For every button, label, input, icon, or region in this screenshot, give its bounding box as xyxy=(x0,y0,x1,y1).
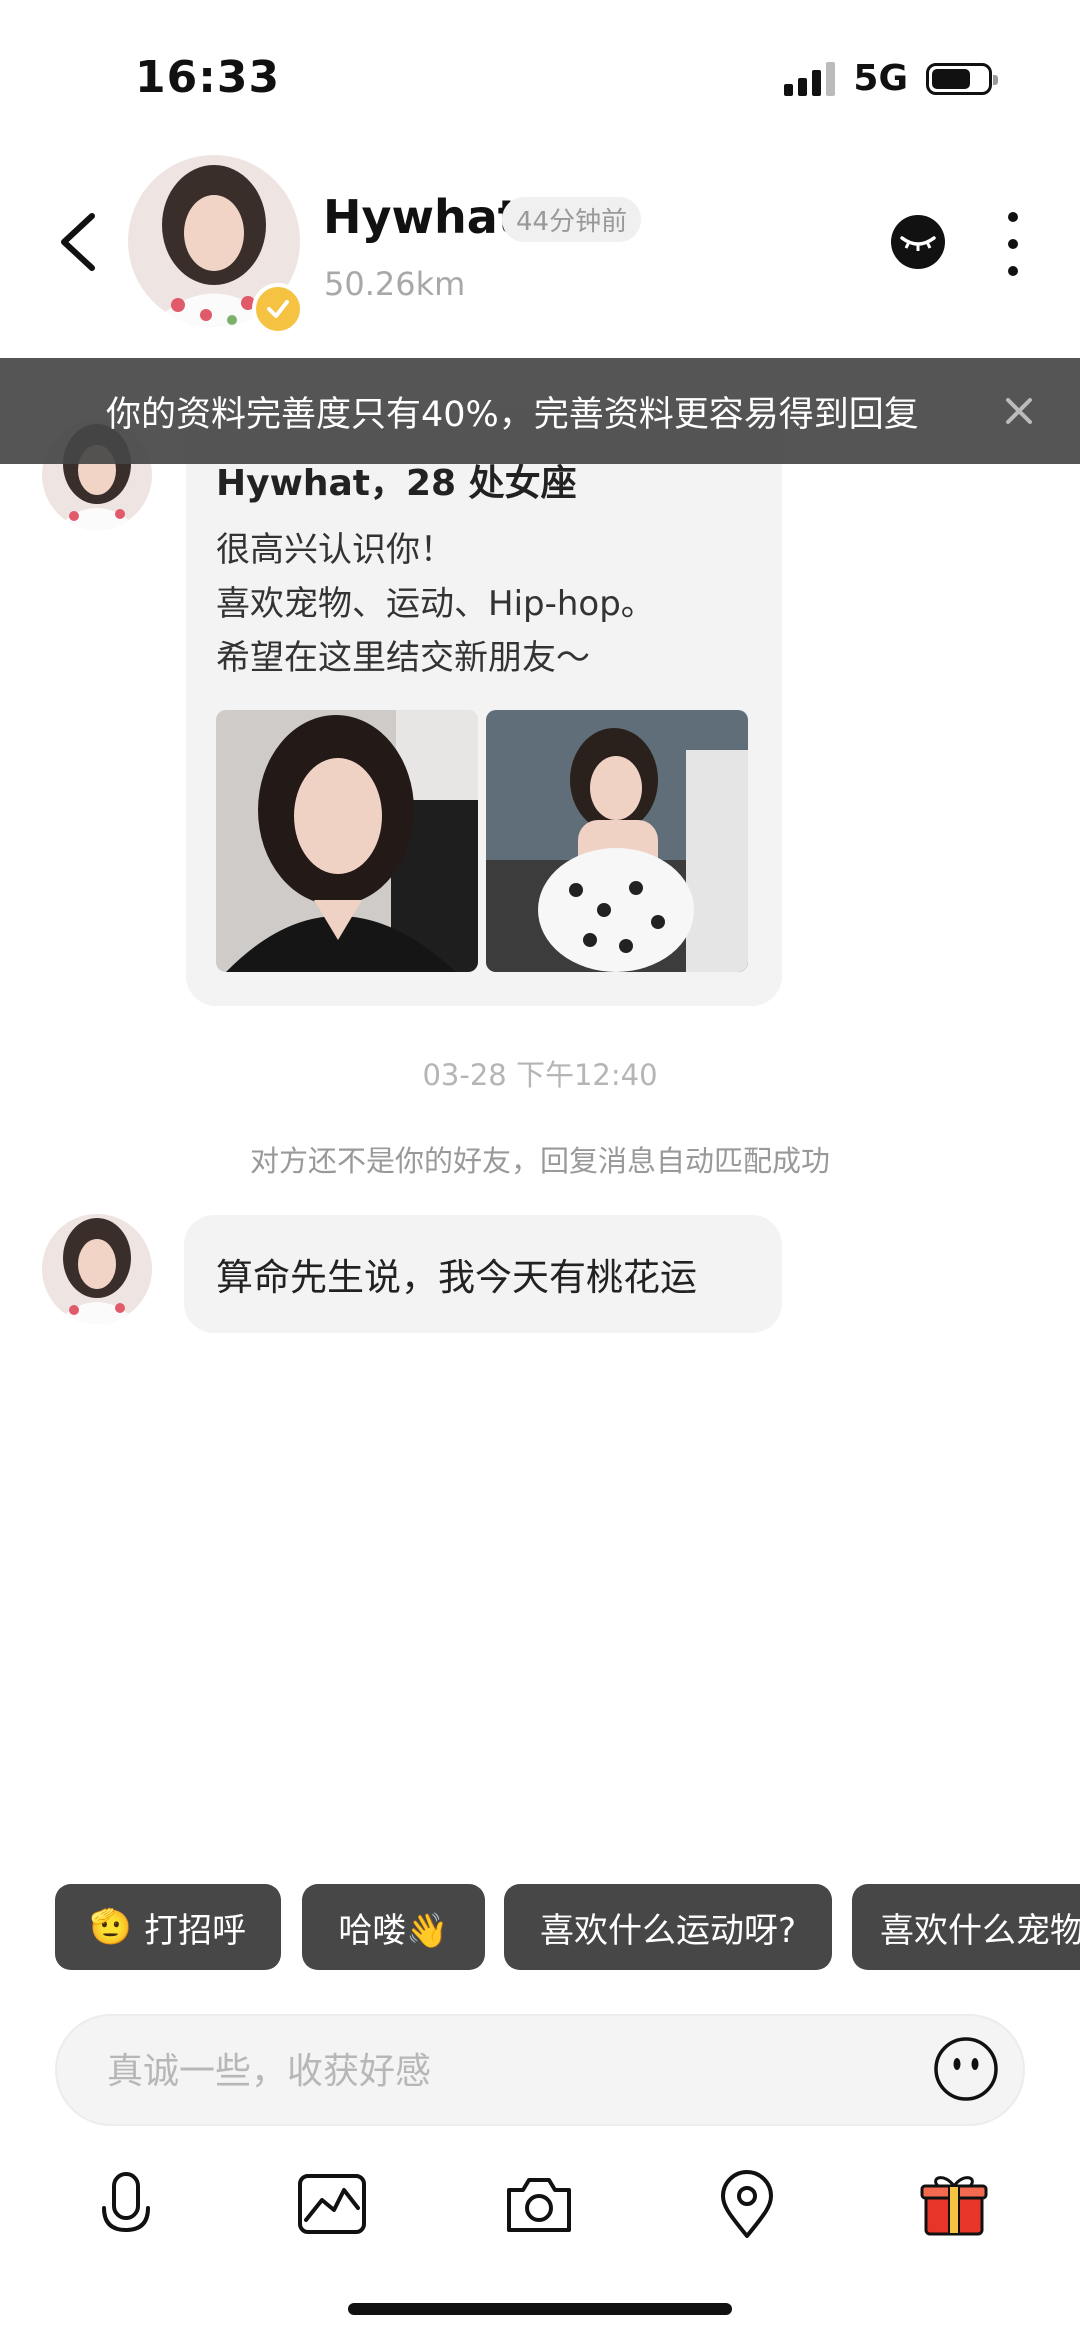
status-time: 16:33 xyxy=(135,52,281,103)
salute-emoji-icon: 🫡 xyxy=(89,1907,133,1947)
profile-card-line: 希望在这里结交新朋友～ xyxy=(216,638,590,678)
microphone-icon[interactable] xyxy=(90,2168,162,2240)
battery-icon xyxy=(926,62,998,95)
back-arrow-icon[interactable] xyxy=(52,210,112,274)
profile-card[interactable]: Hywhat，28 处女座 很高兴认识你！ 喜欢宠物、运动、Hip-hop。 希… xyxy=(186,410,782,1006)
camera-icon[interactable] xyxy=(503,2168,575,2240)
network-type: 5G xyxy=(853,58,908,99)
message-timestamp: 03-28 下午12:40 xyxy=(422,1058,658,1092)
close-icon[interactable] xyxy=(1004,396,1034,426)
location-icon[interactable] xyxy=(711,2168,783,2240)
quick-reply-pets[interactable]: 喜欢什么宠物 xyxy=(852,1884,1080,1970)
message-text: 算命先生说，我今天有桃花运 xyxy=(216,1256,697,1299)
profile-photo[interactable] xyxy=(486,710,748,972)
quick-reply-sports[interactable]: 喜欢什么运动呀? xyxy=(504,1884,832,1970)
message-input-container xyxy=(55,2014,1025,2126)
message-bubble[interactable]: 算命先生说，我今天有桃花运 xyxy=(184,1215,782,1333)
quick-reply-label: 喜欢什么运动呀? xyxy=(539,1910,797,1951)
eye-mask-icon[interactable] xyxy=(891,215,945,269)
status-indicators: 5G xyxy=(784,58,998,99)
system-message: 对方还不是你的好友，回复消息自动匹配成功 xyxy=(249,1144,830,1178)
profile-card-line: 喜欢宠物、运动、Hip-hop。 xyxy=(216,584,655,624)
more-options-icon[interactable] xyxy=(1002,212,1024,276)
gift-icon[interactable] xyxy=(918,2168,990,2240)
quick-reply-hello[interactable]: 哈喽👋 xyxy=(302,1884,485,1970)
profile-photo[interactable] xyxy=(216,710,478,972)
distance-label: 50.26km xyxy=(324,265,466,303)
banner-text: 你的资料完善度只有40%，完善资料更容易得到回复 xyxy=(106,394,919,435)
last-active-badge: 44分钟前 xyxy=(502,197,642,242)
verified-badge-icon xyxy=(252,283,304,335)
contact-name: Hywhat xyxy=(323,190,520,244)
message-input[interactable] xyxy=(105,2016,929,2126)
profile-completion-banner[interactable]: 你的资料完善度只有40%，完善资料更容易得到回复 xyxy=(0,358,1080,464)
message-avatar[interactable] xyxy=(42,1214,152,1324)
quick-reply-label: 打招呼 xyxy=(144,1910,247,1951)
quick-reply-label: 喜欢什么宠物 xyxy=(880,1910,1080,1951)
image-icon[interactable] xyxy=(296,2168,368,2240)
profile-card-line: 很高兴认识你！ xyxy=(216,530,454,570)
emoji-face-icon[interactable] xyxy=(933,2036,999,2102)
quick-reply-label: 哈喽👋 xyxy=(338,1910,449,1951)
signal-icon xyxy=(784,61,836,96)
home-indicator[interactable] xyxy=(348,2303,732,2315)
quick-reply-greet[interactable]: 🫡 打招呼 xyxy=(55,1884,281,1970)
